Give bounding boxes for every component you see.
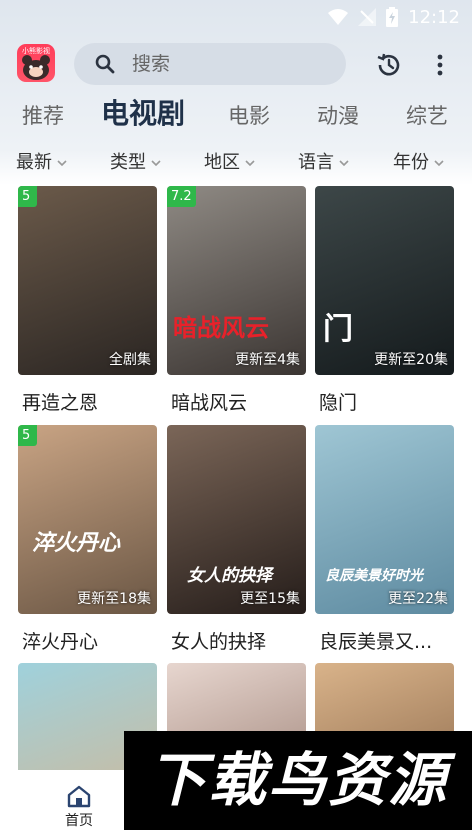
tab-tv-series[interactable]: 电视剧 xyxy=(101,94,185,134)
score-badge: 5 xyxy=(18,186,37,207)
home-icon xyxy=(67,785,91,808)
episode-status: 更至15集 xyxy=(240,591,300,607)
filter-region[interactable]: 地区 xyxy=(204,148,256,178)
tab-anime[interactable]: 动漫 xyxy=(317,96,359,136)
wifi-icon xyxy=(328,9,349,25)
filter-label: 最新 xyxy=(16,152,52,173)
no-signal-icon xyxy=(358,8,377,26)
filter-label: 地区 xyxy=(204,152,240,173)
filter-label: 类型 xyxy=(110,152,146,173)
app-logo[interactable]: 小熊影视 xyxy=(17,44,55,82)
episode-status: 全剧集 xyxy=(109,352,151,368)
episode-status: 更新至18集 xyxy=(77,591,151,607)
chevron-down-icon xyxy=(434,160,444,167)
score-badge: 7.2 xyxy=(167,186,196,207)
show-title[interactable]: 再造之恩 xyxy=(22,388,157,415)
chevron-down-icon xyxy=(339,160,349,167)
bear-logo-icon xyxy=(22,55,50,80)
show-poster[interactable]: 良辰美景好时光 更至22集 xyxy=(315,425,454,614)
tab-movies[interactable]: 电影 xyxy=(228,96,270,136)
show-title[interactable]: 女人的抉择 xyxy=(171,627,306,654)
filter-label: 语言 xyxy=(298,152,334,173)
show-title[interactable]: 良辰美景又... xyxy=(319,627,454,654)
episode-status: 更新至4集 xyxy=(235,352,300,368)
filter-bar: 最新 类型 地区 语言 年份 xyxy=(0,148,472,178)
filter-latest[interactable]: 最新 xyxy=(16,148,68,178)
nav-home[interactable]: 首页 xyxy=(48,782,110,832)
show-title[interactable]: 淬火丹心 xyxy=(22,627,157,654)
search-icon xyxy=(95,54,115,74)
episode-status: 更新至20集 xyxy=(374,352,448,368)
status-bar: 12:12 xyxy=(0,0,472,34)
category-tabs: 推荐 电视剧 电影 动漫 综艺 xyxy=(0,96,472,136)
show-title[interactable]: 暗战风云 xyxy=(171,388,306,415)
top-bar: 小熊影视 xyxy=(0,40,472,88)
show-poster[interactable]: 5 淬火丹心 更新至18集 xyxy=(18,425,157,614)
nav-home-label: 首页 xyxy=(65,813,93,829)
show-poster[interactable]: 7.2 暗战风云 更新至4集 xyxy=(167,186,306,375)
poster-title-art: 女人的抉择 xyxy=(187,566,272,586)
filter-label: 年份 xyxy=(393,152,429,173)
show-title[interactable]: 隐门 xyxy=(319,388,454,415)
more-vert-icon[interactable] xyxy=(428,50,452,80)
poster-title-art: 淬火丹心 xyxy=(32,530,121,556)
filter-year[interactable]: 年份 xyxy=(393,148,445,178)
history-icon[interactable] xyxy=(374,50,404,80)
battery-charging-icon xyxy=(386,7,399,27)
show-poster[interactable]: 5 全剧集 xyxy=(18,186,157,375)
poster-title-art: 良辰美景好时光 xyxy=(325,568,423,584)
poster-title-art: 门 xyxy=(323,312,353,347)
score-badge: 5 xyxy=(18,425,37,446)
tab-variety[interactable]: 综艺 xyxy=(406,96,448,136)
status-time: 12:12 xyxy=(408,6,460,28)
chevron-down-icon xyxy=(151,160,161,167)
search-bar[interactable] xyxy=(74,43,346,85)
show-poster[interactable]: 女人的抉择 更至15集 xyxy=(167,425,306,614)
search-input[interactable] xyxy=(132,49,332,79)
episode-status: 更至22集 xyxy=(388,591,448,607)
chevron-down-icon xyxy=(245,160,255,167)
poster-title-art: 暗战风云 xyxy=(173,313,269,342)
watermark-banner: 下载鸟资源 xyxy=(124,731,472,830)
filter-genre[interactable]: 类型 xyxy=(110,148,162,178)
tab-recommend[interactable]: 推荐 xyxy=(22,96,64,136)
show-poster[interactable]: 门 更新至20集 xyxy=(315,186,454,375)
status-icons: 12:12 xyxy=(328,6,460,28)
filter-language[interactable]: 语言 xyxy=(298,148,350,178)
chevron-down-icon xyxy=(57,160,67,167)
